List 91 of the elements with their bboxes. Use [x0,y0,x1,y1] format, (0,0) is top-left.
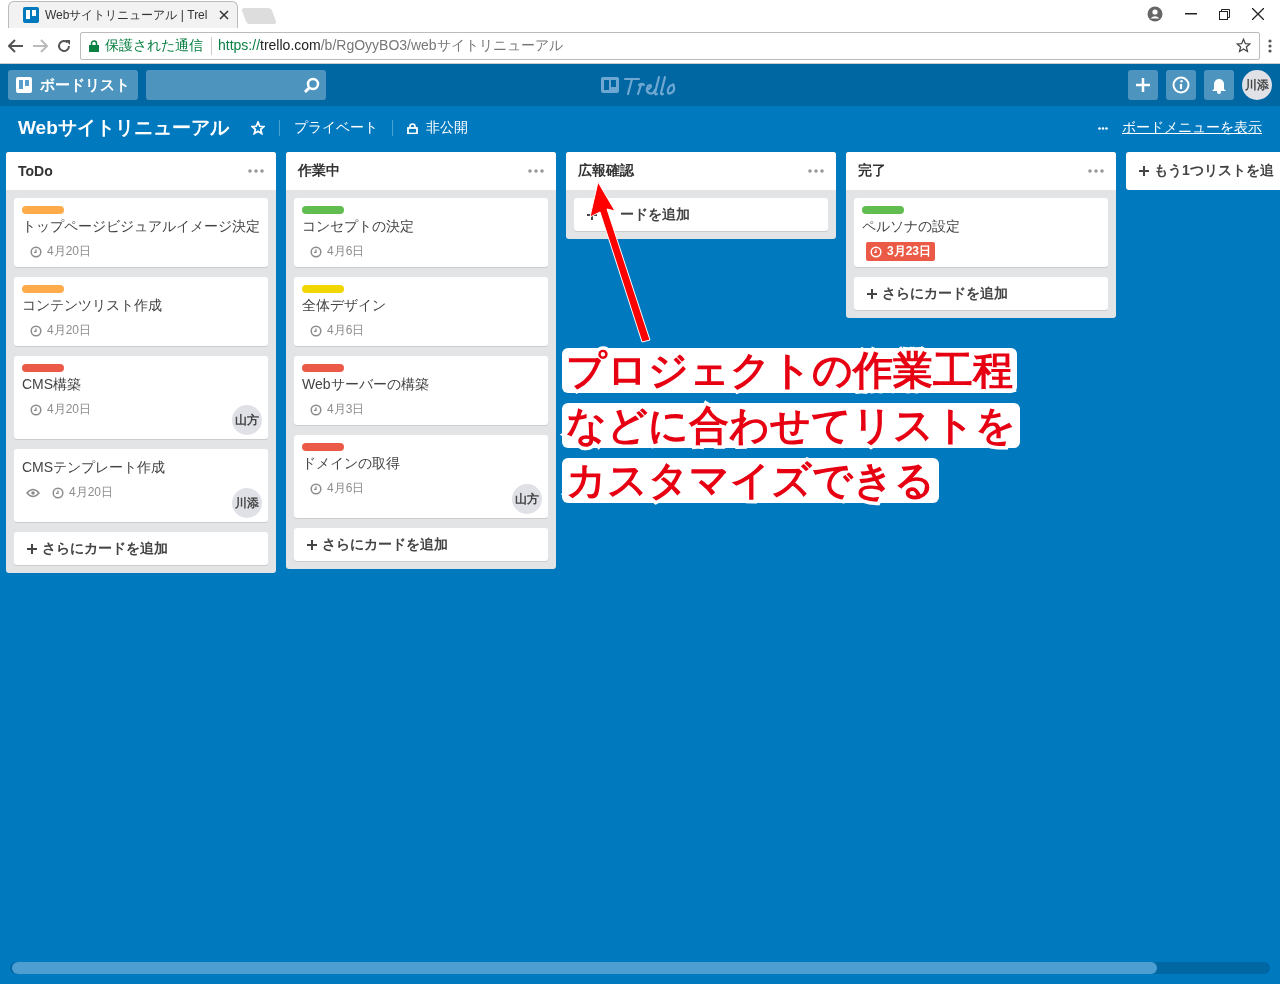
more-icon [1098,126,1108,130]
profile-icon[interactable] [1147,6,1163,22]
due-date: 4月6日 [306,242,369,261]
card[interactable]: トップページビジュアルイメージ決定 4月20日 [14,198,268,267]
card-title: CMS構築 [22,376,83,394]
card[interactable]: コンセプトの決定 4月6日 [294,198,548,267]
clock-icon [52,486,64,499]
card-title: トップページビジュアルイメージ決定 [22,218,260,236]
clock-icon [30,245,42,258]
plus-icon [1135,77,1151,93]
info-icon [1172,76,1190,94]
reload-icon[interactable] [56,37,72,54]
more-icon[interactable] [1088,169,1104,173]
info-button[interactable] [1166,70,1196,100]
board-title[interactable]: Webサイトリニューアル [18,115,229,141]
due-date: 4月20日 [26,321,96,340]
clock-icon [310,482,322,495]
due-date: 3月23日 [866,242,936,261]
due-date: 4月20日 [26,242,96,261]
member-avatar[interactable]: 川添 [232,488,262,518]
board-icon [16,77,32,93]
add-card-button[interactable]: ードを追加 [574,198,828,231]
card-title: Webサーバーの構築 [302,376,430,394]
star-icon[interactable] [1236,38,1251,53]
card[interactable]: ドメインの取得 4月6日 山方 [294,435,548,518]
address-field[interactable]: 保護された通信 https://trello.com/b/RgOyyBO3/webサイトリニューアル [80,31,1260,60]
more-icon[interactable] [528,169,544,173]
add-card-button[interactable]: さらにカードを追加 [294,528,548,561]
forward-icon[interactable] [32,38,48,53]
board-menu-link[interactable]: ボードメニューを表示 [1122,119,1262,137]
member-avatar[interactable]: 山方 [512,484,542,514]
card-title: CMSテンプレート作成 [22,459,167,477]
due-date: 4月6日 [306,321,369,340]
clock-icon [30,324,42,337]
card-title: ドメインの取得 [302,455,401,473]
annotation-text: カスタマイズできる [562,458,939,503]
due-date: 4月3日 [306,400,369,419]
more-icon[interactable] [248,169,264,173]
annotation-text: プロジェクトの作業工程 [562,348,1017,393]
restore-icon[interactable] [1219,8,1230,20]
close-icon[interactable] [1252,8,1264,20]
card[interactable]: CMS構築 4月20日 山方 [14,356,268,439]
list-title[interactable]: 作業中 [298,162,340,180]
card[interactable]: Webサーバーの構築 4月3日 [294,356,548,425]
card-title: ペルソナの設定 [862,218,961,236]
plus-icon [306,538,318,551]
clock-icon [310,403,322,416]
privacy-button[interactable]: 非公開 [406,119,468,137]
card[interactable]: ペルソナの設定 3月23日 [854,198,1108,267]
board-icon [23,7,39,23]
lock-icon [89,39,99,52]
more-icon[interactable] [808,169,824,173]
list-title[interactable]: 広報確認 [578,162,634,180]
team-visibility[interactable]: プライベート [293,119,378,137]
close-icon[interactable] [219,10,229,20]
add-button[interactable] [1128,70,1158,100]
url-text: https://trello.com/b/RgOyyBO3/webサイトリニューアル [218,36,564,55]
card-title: コンセプトの決定 [302,218,415,236]
card[interactable]: 全体デザイン 4月6日 [294,277,548,346]
add-card-button[interactable]: さらにカードを追加 [14,532,268,565]
lock-icon [406,122,418,134]
due-date: 4月20日 [48,483,118,502]
list-title[interactable]: ToDo [18,163,53,179]
clock-icon [870,245,882,258]
search-field[interactable] [146,70,326,100]
search-icon [303,76,320,94]
menu-icon[interactable] [1268,38,1272,53]
card[interactable]: コンテンツリスト作成 4月20日 [14,277,268,346]
list-title[interactable]: 完了 [858,162,886,180]
due-date: 4月6日 [306,479,369,498]
add-card-button[interactable]: さらにカードを追加 [854,277,1108,310]
annotation-text: などに合わせてリストを [562,403,1020,448]
plus-icon [1138,165,1150,177]
card[interactable]: CMSテンプレート作成 4月20日 川添 [14,449,268,522]
clock-icon [310,324,322,337]
back-icon[interactable] [8,38,24,53]
plus-icon [866,287,878,300]
member-avatar[interactable]: 山方 [232,405,262,435]
browser-tab[interactable]: Webサイトリニューアル | Trel [8,1,238,28]
bell-icon [1211,76,1227,94]
notifications-button[interactable] [1204,70,1234,100]
secure-label: 保護された通信 [105,36,212,55]
add-list-button[interactable]: もう1つリストを追 [1126,152,1280,190]
due-date: 4月20日 [26,400,96,419]
minimize-icon[interactable] [1185,13,1197,15]
card-title: 全体デザイン [302,297,387,315]
card-title: コンテンツリスト作成 [22,297,163,315]
clock-icon [310,245,322,258]
clock-icon [30,403,42,416]
plus-icon [26,542,38,555]
user-avatar[interactable]: 川添 [1242,70,1272,100]
